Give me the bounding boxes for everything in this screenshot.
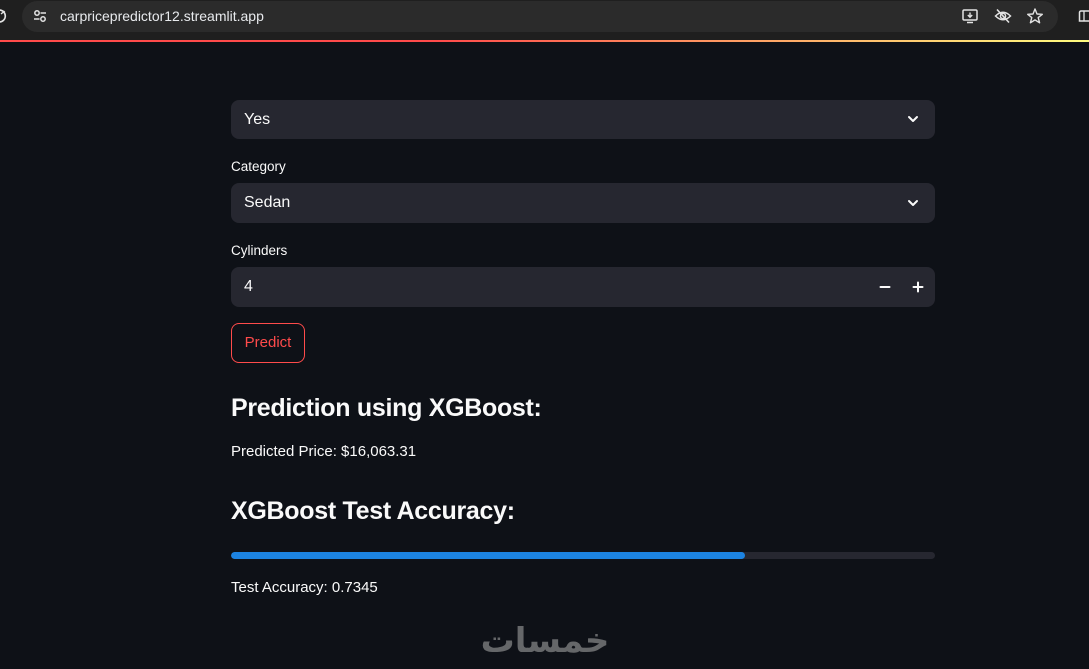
cylinders-label: Cylinders <box>231 243 288 258</box>
minus-icon <box>879 286 891 288</box>
prediction-heading: Prediction using XGBoost: <box>231 394 542 422</box>
cylinders-input[interactable] <box>231 267 851 307</box>
predict-button[interactable]: Predict <box>231 323 305 363</box>
accuracy-progress-bar <box>231 552 935 559</box>
cylinders-number-input <box>231 267 935 307</box>
accuracy-heading: XGBoost Test Accuracy: <box>231 497 515 525</box>
top-select-value: Yes <box>244 111 271 128</box>
top-select[interactable]: Yes <box>231 100 935 139</box>
eye-off-icon[interactable] <box>994 7 1012 25</box>
url-text[interactable]: carpricepredictor12.streamlit.app <box>60 7 264 25</box>
star-icon[interactable] <box>1026 7 1044 25</box>
app-decoration-bar <box>0 40 1089 42</box>
extensions-icon[interactable] <box>1077 8 1089 24</box>
predicted-price-text: Predicted Price: $16,063.31 <box>231 443 417 460</box>
progress-fill <box>231 552 745 559</box>
site-info-icon[interactable] <box>32 8 48 24</box>
chevron-down-icon[interactable] <box>905 111 921 127</box>
test-accuracy-text: Test Accuracy: 0.7345 <box>231 579 378 596</box>
category-label: Category <box>231 159 286 174</box>
chevron-down-icon[interactable] <box>905 195 921 211</box>
increment-button[interactable] <box>902 271 934 303</box>
plus-icon <box>912 281 924 293</box>
category-select-value: Sedan <box>244 194 291 211</box>
reload-icon[interactable] <box>0 8 8 24</box>
decrement-button[interactable] <box>869 271 901 303</box>
browser-toolbar: carpricepredictor12.streamlit.app <box>0 0 1089 40</box>
page: carpricepredictor12.streamlit.app Yes Ca… <box>0 0 1089 669</box>
khamsat-watermark: خمسات <box>480 621 610 661</box>
category-select[interactable]: Sedan <box>231 183 935 223</box>
install-app-icon[interactable] <box>961 7 979 25</box>
